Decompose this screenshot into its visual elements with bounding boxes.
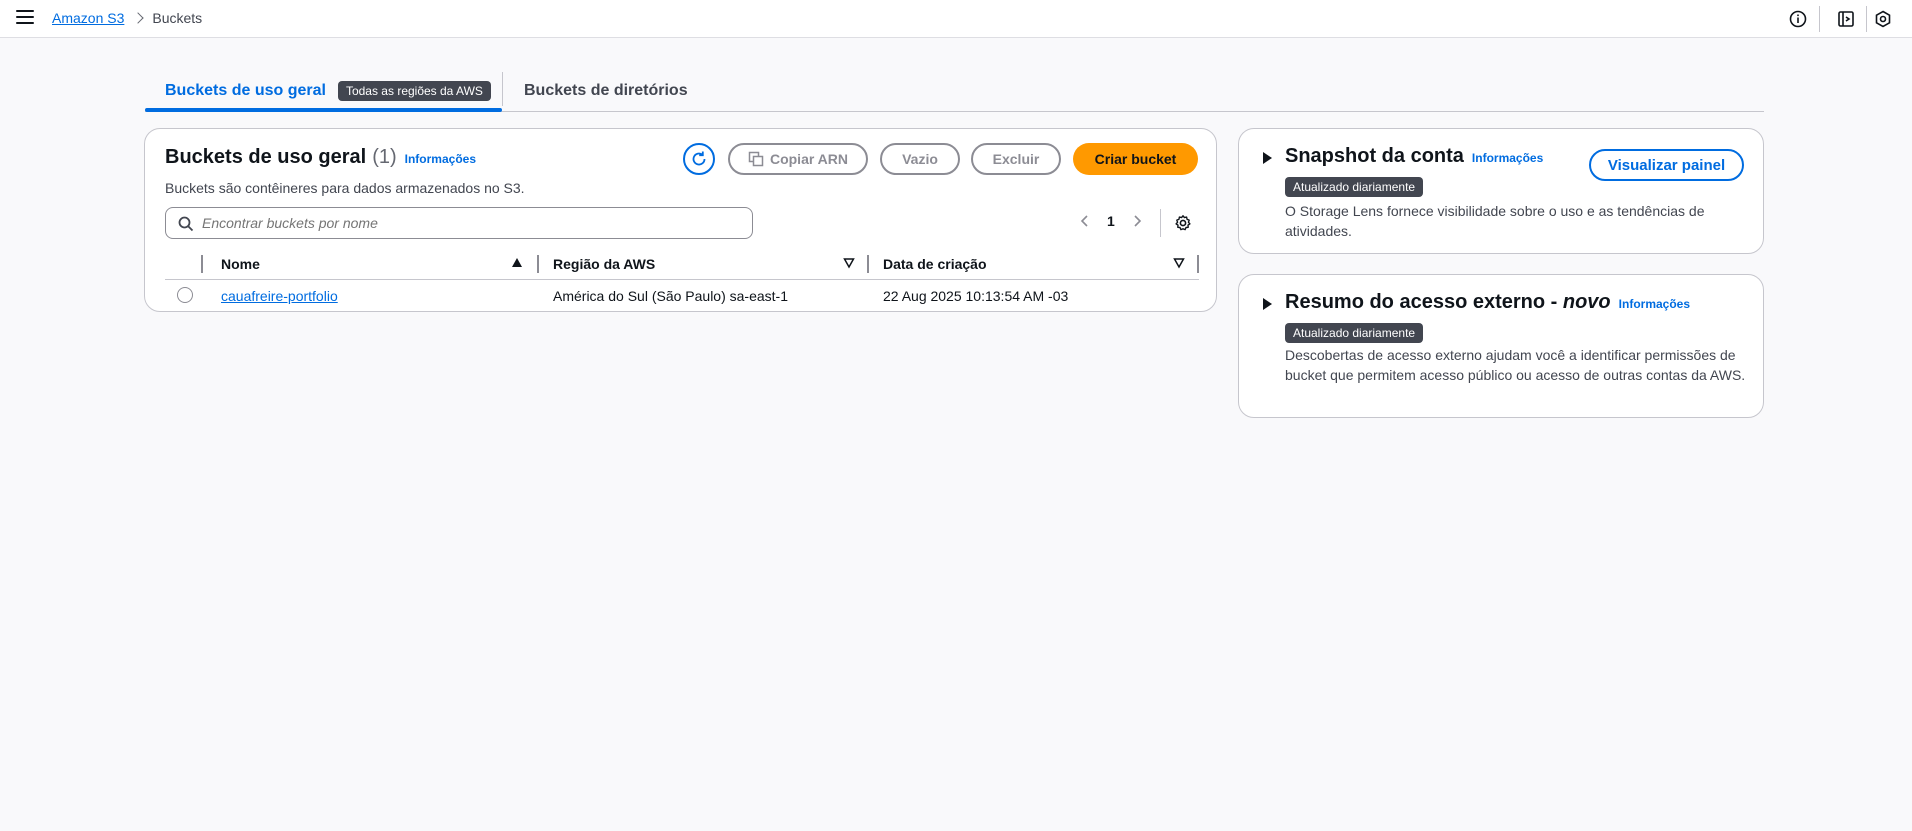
info-link[interactable]: Informações bbox=[1619, 297, 1690, 311]
settings-icon[interactable] bbox=[1873, 9, 1893, 29]
account-snapshot-container: Snapshot da conta Informações Atualizado… bbox=[1238, 128, 1764, 254]
buckets-header: Buckets de uso geral (1) Informações bbox=[165, 146, 476, 169]
column-divider bbox=[201, 255, 203, 273]
gear-icon bbox=[1175, 215, 1191, 231]
copy-arn-label: Copiar ARN bbox=[769, 151, 849, 167]
top-navigation-bar: Amazon S3 Buckets bbox=[0, 0, 1912, 38]
page-number[interactable]: 1 bbox=[1107, 213, 1115, 229]
refresh-button[interactable] bbox=[683, 143, 715, 175]
external-access-summary-container: Resumo do acesso externo - novo Informaç… bbox=[1238, 274, 1764, 418]
bucket-created-cell: 22 Aug 2025 10:13:54 AM -03 bbox=[883, 288, 1069, 305]
row-radio-button[interactable] bbox=[177, 286, 193, 303]
table-preferences-button[interactable] bbox=[1174, 214, 1192, 235]
empty-button[interactable]: Vazio bbox=[880, 143, 960, 175]
tab-general-purpose-buckets[interactable]: Buckets de uso geral Todas as regiões da… bbox=[165, 70, 491, 112]
row-select-cell bbox=[165, 279, 221, 313]
breadcrumb-buckets: Buckets bbox=[152, 10, 203, 26]
table-row[interactable]: cauafreire-portfolio América do Sul (São… bbox=[165, 279, 1199, 313]
pagination: 1 bbox=[1079, 213, 1143, 229]
view-dashboard-button[interactable]: Visualizar painel bbox=[1589, 149, 1744, 181]
menu-icon[interactable] bbox=[16, 10, 34, 26]
pagination-divider bbox=[1160, 209, 1161, 237]
tab-label: Buckets de uso geral bbox=[165, 82, 326, 99]
chevron-left-icon[interactable] bbox=[1079, 214, 1091, 228]
snapshot-header: Snapshot da conta Informações bbox=[1285, 145, 1543, 168]
active-tab-indicator bbox=[145, 108, 502, 112]
expand-caret-icon[interactable] bbox=[1263, 152, 1272, 164]
column-name-label: Nome bbox=[221, 255, 260, 272]
external-title: Resumo do acesso externo - bbox=[1285, 291, 1563, 313]
updated-daily-badge: Atualizado diariamente bbox=[1285, 177, 1424, 197]
buckets-container: Buckets de uso geral (1) Informações Buc… bbox=[144, 128, 1217, 312]
column-divider[interactable] bbox=[537, 255, 539, 273]
search-input[interactable] bbox=[202, 215, 742, 231]
breadcrumb-amazon-s3[interactable]: Amazon S3 bbox=[52, 10, 124, 26]
column-divider[interactable] bbox=[867, 255, 869, 273]
create-bucket-button[interactable]: Criar bucket bbox=[1073, 143, 1198, 175]
toolbar-divider bbox=[1866, 6, 1867, 32]
column-divider[interactable] bbox=[1197, 255, 1199, 273]
chevron-right-icon bbox=[132, 12, 145, 24]
expand-caret-icon[interactable] bbox=[1263, 298, 1272, 310]
buckets-description: Buckets são contêineres para dados armaz… bbox=[165, 180, 525, 196]
snapshot-title: Snapshot da conta bbox=[1285, 145, 1464, 167]
chevron-right-icon[interactable] bbox=[1131, 214, 1143, 228]
copy-arn-button[interactable]: Copiar ARN bbox=[728, 143, 868, 175]
info-link[interactable]: Informações bbox=[1472, 151, 1543, 165]
column-header-region[interactable]: Região da AWS bbox=[553, 249, 883, 280]
new-label: novo bbox=[1562, 291, 1611, 313]
column-region-label: Região da AWS bbox=[553, 255, 656, 272]
sort-icon[interactable] bbox=[843, 257, 855, 269]
regions-badge: Todas as regiões da AWS bbox=[337, 81, 491, 101]
bucket-type-tabs: Buckets de uso geral Todas as regiões da… bbox=[145, 70, 1764, 112]
info-link[interactable]: Informações bbox=[405, 152, 476, 166]
external-description: Descobertas de acesso externo ajudam voc… bbox=[1285, 347, 1746, 383]
console-panel-icon[interactable] bbox=[1836, 9, 1856, 29]
column-header-name[interactable]: Nome bbox=[221, 249, 553, 280]
page-title: Buckets de uso geral bbox=[165, 146, 367, 168]
delete-button[interactable]: Excluir bbox=[971, 143, 1061, 175]
updated-daily-badge: Atualizado diariamente bbox=[1285, 323, 1424, 343]
tab-divider bbox=[502, 72, 503, 106]
bucket-count: (1) bbox=[372, 146, 397, 168]
select-column-header bbox=[165, 249, 221, 280]
snapshot-description: O Storage Lens fornece visibilidade sobr… bbox=[1285, 203, 1705, 239]
sort-ascending-icon[interactable] bbox=[511, 257, 523, 269]
tab-directory-buckets[interactable]: Buckets de diretórios bbox=[524, 70, 688, 112]
bucket-region-cell: América do Sul (São Paulo) sa-east-1 bbox=[553, 288, 788, 305]
bucket-name-link[interactable]: cauafreire-portfolio bbox=[221, 288, 338, 304]
copy-icon bbox=[748, 151, 764, 167]
search-field[interactable] bbox=[165, 207, 753, 239]
buckets-table: Nome Região da AWS Data de criação cauaf… bbox=[165, 249, 1199, 313]
column-header-created[interactable]: Data de criação bbox=[883, 249, 1199, 280]
breadcrumb: Amazon S3 Buckets bbox=[52, 10, 202, 26]
toolbar-divider bbox=[1819, 6, 1820, 32]
sort-icon[interactable] bbox=[1173, 257, 1185, 269]
column-created-label: Data de criação bbox=[883, 255, 987, 272]
info-icon[interactable] bbox=[1788, 9, 1808, 29]
bucket-name-cell: cauafreire-portfolio bbox=[221, 279, 553, 313]
external-header: Resumo do acesso externo - novo Informaç… bbox=[1285, 291, 1690, 314]
refresh-icon bbox=[692, 151, 706, 166]
search-icon bbox=[178, 216, 194, 232]
